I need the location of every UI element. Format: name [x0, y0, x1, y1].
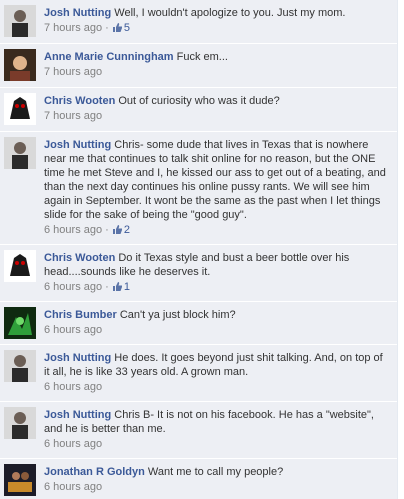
- comment-author[interactable]: Anne Marie Cunningham: [44, 51, 174, 63]
- comment-meta: 7 hours ago · 5: [44, 22, 131, 34]
- comment-author[interactable]: Josh Nutting: [44, 7, 111, 19]
- like-count-value: 1: [123, 281, 131, 293]
- avatar[interactable]: [4, 137, 36, 169]
- thumbs-up-icon: [112, 282, 122, 291]
- comment-author[interactable]: Josh Nutting: [44, 139, 111, 151]
- comment-item: Josh Nutting Well, I wouldn't apologize …: [0, 0, 397, 44]
- like-count-value: 2: [123, 224, 131, 236]
- comment-text: Want me to call my people?: [147, 466, 284, 478]
- avatar[interactable]: [4, 93, 36, 125]
- comment-meta: 6 hours ago: [44, 381, 391, 394]
- comment-item: Josh Nutting He does. It goes beyond jus…: [0, 345, 397, 402]
- chris-bumber-avatar-icon: [4, 307, 36, 339]
- comment-meta: 6 hours ago · 2: [44, 224, 131, 236]
- comment-item: Jonathan R Goldyn Want me to call my peo…: [0, 459, 397, 499]
- comment-meta: 6 hours ago · 1: [44, 281, 131, 293]
- avatar[interactable]: [4, 464, 36, 496]
- comment-thread: Josh Nutting Well, I wouldn't apologize …: [0, 0, 398, 499]
- comment-meta: 6 hours ago: [44, 481, 391, 494]
- like-count-value: 5: [123, 22, 131, 34]
- comment-timestamp[interactable]: 6 hours ago: [44, 224, 102, 236]
- avatar[interactable]: [4, 5, 36, 37]
- comment-text: Chris- some dude that lives in Texas tha…: [44, 139, 386, 221]
- comment-meta: 7 hours ago: [44, 110, 391, 123]
- anne-avatar-icon: [4, 49, 36, 81]
- comment-timestamp[interactable]: 6 hours ago: [44, 438, 102, 450]
- avatar[interactable]: [4, 307, 36, 339]
- chris-wooten-avatar-icon: [4, 250, 36, 282]
- chris-wooten-avatar-icon: [4, 93, 36, 125]
- comment-timestamp[interactable]: 6 hours ago: [44, 481, 102, 493]
- comment-item: Chris Bumber Can't ya just block him? 6 …: [0, 302, 397, 345]
- comment-author[interactable]: Chris Bumber: [44, 309, 117, 321]
- comment-timestamp[interactable]: 6 hours ago: [44, 281, 102, 293]
- comment-text: Can't ya just block him?: [119, 309, 236, 321]
- comment-author[interactable]: Chris Wooten: [44, 252, 115, 264]
- comment-timestamp[interactable]: 7 hours ago: [44, 110, 102, 122]
- comment-text: Out of curiosity who was it dude?: [118, 95, 280, 107]
- comment-timestamp[interactable]: 6 hours ago: [44, 324, 102, 336]
- josh-avatar-icon: [4, 407, 36, 439]
- comment-meta: 6 hours ago: [44, 324, 391, 337]
- comment-item: Chris Wooten Out of curiosity who was it…: [0, 88, 397, 132]
- thumbs-up-icon: [112, 23, 122, 32]
- comment-timestamp[interactable]: 7 hours ago: [44, 22, 102, 34]
- comment-author[interactable]: Jonathan R Goldyn: [44, 466, 145, 478]
- comment-text: Fuck em...: [176, 51, 228, 63]
- comment-meta: 6 hours ago: [44, 438, 391, 451]
- comment-timestamp[interactable]: 7 hours ago: [44, 66, 102, 78]
- like-count[interactable]: 2: [112, 224, 130, 236]
- avatar[interactable]: [4, 49, 36, 81]
- josh-avatar-icon: [4, 137, 36, 169]
- comment-author[interactable]: Josh Nutting: [44, 352, 111, 364]
- comment-item: Josh Nutting Chris B- It is not on his f…: [0, 402, 397, 459]
- comment-item: Chris Wooten Do it Texas style and bust …: [0, 245, 397, 302]
- comment-meta: 7 hours ago: [44, 66, 391, 79]
- jonathan-avatar-icon: [4, 464, 36, 496]
- comment-item: Anne Marie Cunningham Fuck em... 7 hours…: [0, 44, 397, 88]
- comment-author[interactable]: Josh Nutting: [44, 409, 111, 421]
- avatar[interactable]: [4, 407, 36, 439]
- josh-avatar-icon: [4, 350, 36, 382]
- comment-item: Josh Nutting Chris- some dude that lives…: [0, 132, 397, 245]
- thumbs-up-icon: [112, 225, 122, 234]
- comment-timestamp[interactable]: 6 hours ago: [44, 381, 102, 393]
- avatar[interactable]: [4, 350, 36, 382]
- comment-author[interactable]: Chris Wooten: [44, 95, 115, 107]
- josh-avatar-icon: [4, 5, 36, 37]
- like-count[interactable]: 1: [112, 281, 130, 293]
- like-count[interactable]: 5: [112, 22, 130, 34]
- avatar[interactable]: [4, 250, 36, 282]
- comment-text: Well, I wouldn't apologize to you. Just …: [114, 7, 346, 19]
